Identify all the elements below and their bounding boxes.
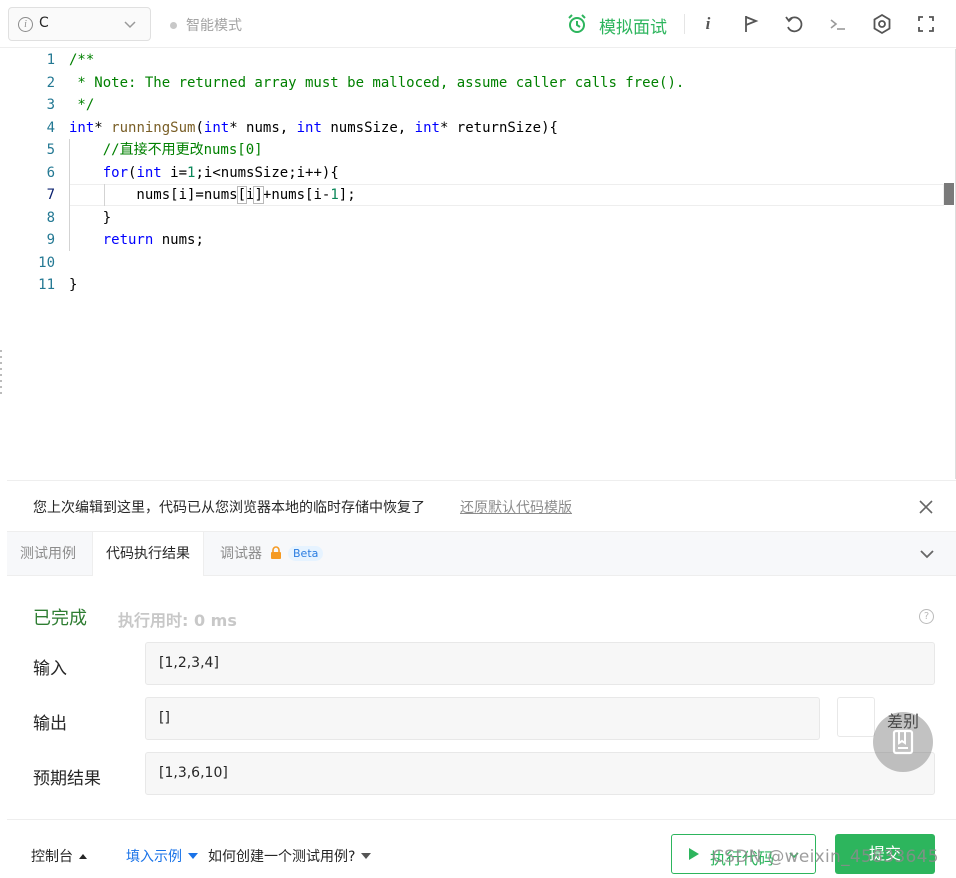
input-value: [1,2,3,4] — [145, 642, 935, 685]
tab-debugger[interactable]: 调试器 Beta — [207, 532, 336, 576]
status-dot — [170, 22, 177, 29]
fill-example-button[interactable]: 填入示例 — [126, 846, 198, 866]
code-line: } — [69, 277, 78, 293]
code-line: */ — [69, 97, 95, 113]
caret-down-icon — [361, 853, 372, 859]
tab-debugger-label: 调试器 — [220, 546, 262, 562]
line-number: 5 — [46, 142, 55, 158]
expected-label: 预期结果 — [33, 769, 101, 789]
alarm-clock-icon — [568, 14, 586, 33]
smart-mode-toggle[interactable]: 智能模式 — [170, 15, 242, 35]
watermark-text: CSDN @weixin_45833645 — [712, 847, 939, 867]
restore-banner: 您上次编辑到这里，代码已从您浏览器本地的临时存储中恢复了 还原默认代码模版 — [7, 480, 956, 530]
info-icon: i — [18, 17, 33, 32]
output-value: [] — [145, 697, 820, 740]
result-panel: 已完成 执行用时: 0 ms ? 输入 [1,2,3,4] 输出 [] 差别 预… — [7, 577, 956, 820]
fullscreen-icon[interactable] — [914, 12, 938, 36]
caret-down-icon — [188, 853, 198, 859]
language-label: C — [39, 15, 49, 31]
code-line: for(int i=1;i<numsSize;i++){ — [102, 164, 339, 181]
close-icon[interactable] — [918, 499, 934, 515]
editor-scrollbar[interactable] — [944, 183, 954, 205]
console-label: 控制台 — [31, 849, 73, 865]
line-number: 3 — [46, 97, 55, 113]
notebook-icon — [892, 729, 914, 755]
smart-mode-label: 智能模式 — [186, 18, 242, 34]
code-line: /** — [69, 52, 95, 68]
line-number: 11 — [38, 277, 55, 293]
line-number-gutter: 1 2 3 4 5 6 7 8 9 10 11 — [7, 49, 62, 479]
resize-handle[interactable] — [0, 350, 3, 405]
line-number: 9 — [46, 232, 55, 248]
line-number: 2 — [46, 74, 55, 91]
floating-action-button[interactable] — [873, 712, 933, 772]
code-line: int* runningSum(int* nums, int numsSize,… — [69, 119, 558, 136]
input-label: 输入 — [33, 659, 67, 679]
code-line: } — [69, 209, 112, 226]
beta-badge: Beta — [288, 546, 324, 561]
editor-toolbar: i C 智能模式 模拟面试 i — [0, 0, 956, 48]
chevron-down-icon — [124, 21, 136, 29]
help-icon[interactable]: ? — [919, 609, 934, 624]
caret-up-icon — [79, 854, 87, 859]
toolbar-divider — [684, 14, 685, 34]
chevron-down-icon[interactable] — [918, 545, 936, 563]
how-to-label: 如何创建一个测试用例? — [208, 849, 356, 865]
code-line: nums[i]=nums[i]+nums[i-1]; — [69, 186, 356, 204]
output-label: 输出 — [33, 714, 67, 734]
restore-message: 您上次编辑到这里，代码已从您浏览器本地的临时存储中恢复了 — [33, 500, 425, 516]
runtime-text: 执行用时: 0 ms — [118, 611, 237, 630]
fill-example-label: 填入示例 — [126, 849, 182, 865]
line-number: 8 — [46, 209, 55, 226]
diff-toggle[interactable] — [837, 697, 875, 737]
code-line: return nums; — [102, 232, 204, 248]
result-tabs: 测试用例 代码执行结果 调试器 Beta — [7, 531, 956, 576]
reset-icon[interactable] — [782, 12, 806, 36]
line-number: 1 — [46, 52, 55, 68]
status-text: 已完成 — [33, 608, 87, 629]
how-to-create-test-link[interactable]: 如何创建一个测试用例? — [208, 846, 372, 866]
code-editor[interactable]: 1 2 3 4 5 6 7 8 9 10 11 /** * Note: The … — [7, 49, 956, 479]
play-icon — [689, 848, 699, 860]
code-line: //直接不用更改nums[0] — [102, 142, 263, 158]
tab-test-cases[interactable]: 测试用例 — [7, 532, 89, 576]
line-number: 7 — [46, 187, 55, 203]
line-number: 4 — [46, 119, 55, 136]
language-select[interactable]: i C — [8, 7, 151, 41]
terminal-icon[interactable] — [826, 12, 850, 36]
console-toggle[interactable]: 控制台 — [31, 846, 87, 866]
settings-gear-icon[interactable] — [870, 12, 894, 36]
lock-icon — [271, 546, 281, 559]
code-line: * Note: The returned array must be mallo… — [69, 74, 685, 91]
mock-interview-label: 模拟面试 — [599, 18, 667, 38]
info-italic-icon[interactable]: i — [696, 12, 720, 36]
line-number: 10 — [38, 254, 55, 271]
restore-default-link[interactable]: 还原默认代码模版 — [460, 497, 572, 517]
line-number: 6 — [46, 164, 55, 181]
flag-icon[interactable] — [739, 12, 763, 36]
expected-value: [1,3,6,10] — [145, 752, 935, 795]
bottom-bar: 控制台 填入示例 如何创建一个测试用例? 执行代码 提交 CSDN @weixi… — [0, 821, 956, 878]
tab-result[interactable]: 代码执行结果 — [92, 532, 204, 576]
